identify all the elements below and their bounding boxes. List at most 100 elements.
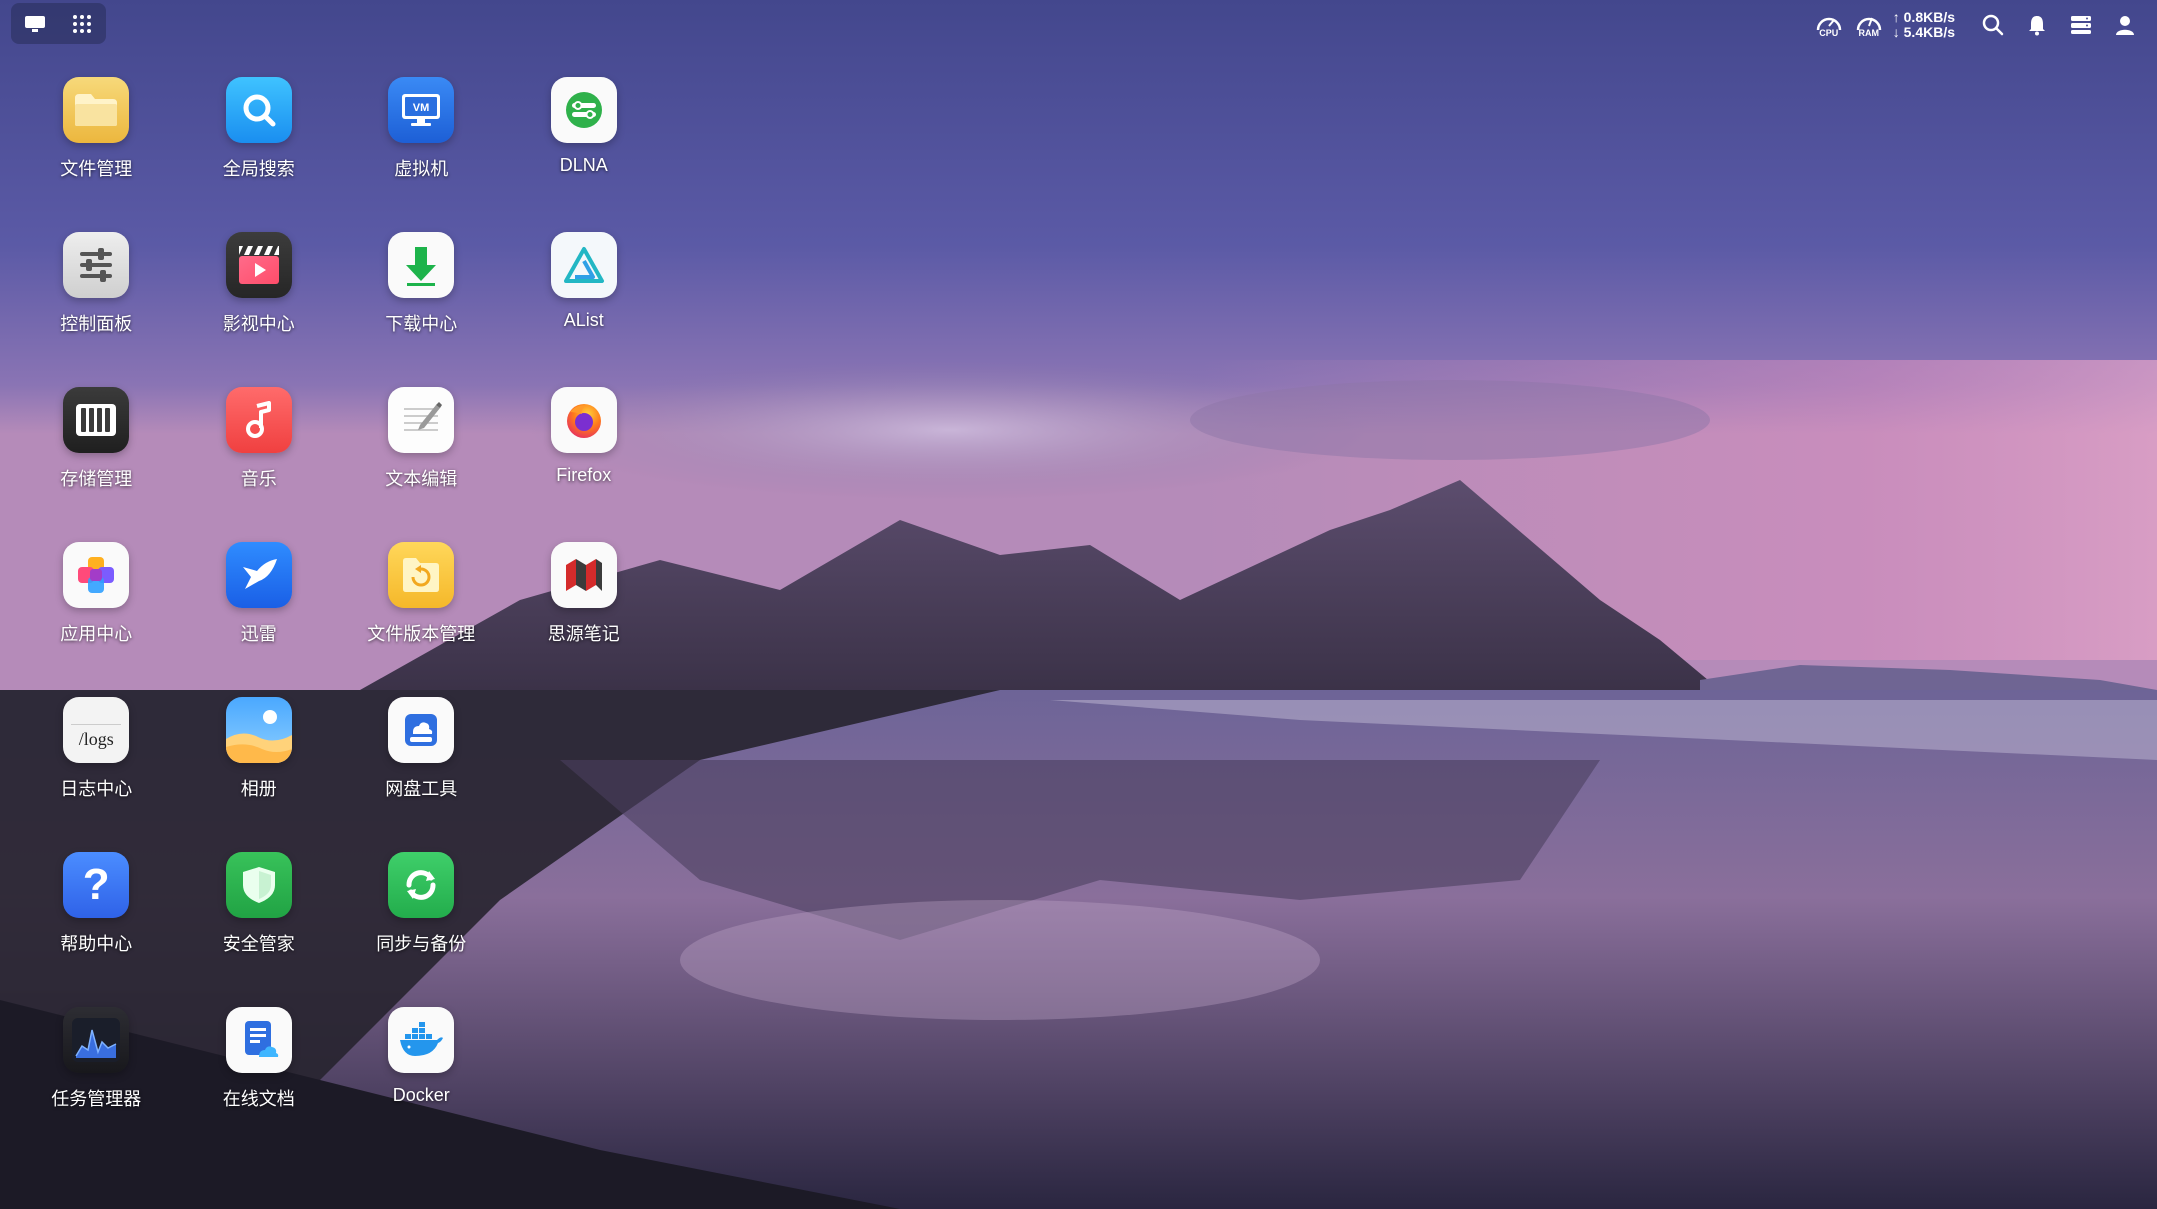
text-editor-icon xyxy=(388,387,455,453)
ram-gauge[interactable]: RAM xyxy=(1851,5,1887,45)
alist-icon xyxy=(550,232,617,298)
app-label: 控制面板 xyxy=(60,314,133,334)
app-label: 相册 xyxy=(240,779,277,799)
app-label: 全局搜索 xyxy=(222,159,295,179)
app-global-search[interactable]: 全局搜索 xyxy=(178,60,341,215)
security-icon xyxy=(225,852,292,918)
app-label: Firefox xyxy=(556,465,612,485)
app-music[interactable]: 音乐 xyxy=(178,370,341,525)
search-icon xyxy=(1982,14,2004,36)
sync-icon xyxy=(388,852,455,918)
file-version-icon xyxy=(388,542,455,608)
search-button[interactable] xyxy=(1973,5,2013,45)
app-log-center[interactable]: /logs 日志中心 xyxy=(15,680,178,835)
help-icon: ? xyxy=(63,852,130,918)
upload-speed: 0.8KB/s xyxy=(1903,9,1955,25)
app-download-center[interactable]: 下载中心 xyxy=(340,215,503,370)
cpu-gauge[interactable]: CPU xyxy=(1811,5,1847,45)
app-label: 在线文档 xyxy=(222,1089,295,1109)
thunder-icon xyxy=(225,542,292,608)
app-label: 思源笔记 xyxy=(547,624,620,644)
topbar-left-panel xyxy=(11,3,106,44)
video-center-icon xyxy=(225,232,292,298)
app-dlna[interactable]: DLNA xyxy=(503,60,666,215)
server-status-button[interactable] xyxy=(2061,5,2101,45)
app-label: 音乐 xyxy=(240,469,277,489)
app-center-icon xyxy=(63,542,130,608)
siyuan-icon xyxy=(550,542,617,608)
show-desktop-button[interactable] xyxy=(17,6,53,42)
app-virtual-machine[interactable]: VM 虚拟机 xyxy=(340,60,503,215)
download-speed-row: ↓ 5.4KB/s xyxy=(1892,24,1955,40)
app-label: 网盘工具 xyxy=(385,779,458,799)
app-label: DLNA xyxy=(559,155,608,175)
app-label: 应用中心 xyxy=(60,624,133,644)
vm-icon: VM xyxy=(388,77,455,143)
app-control-panel[interactable]: 控制面板 xyxy=(15,215,178,370)
storage-icon xyxy=(63,387,130,453)
download-speed: 5.4KB/s xyxy=(1903,24,1955,40)
app-launcher-button[interactable] xyxy=(64,6,100,42)
download-icon xyxy=(388,232,455,298)
app-online-docs[interactable]: 在线文档 xyxy=(178,990,341,1145)
firefox-icon xyxy=(550,387,617,453)
dlna-icon xyxy=(550,77,617,143)
app-label: 日志中心 xyxy=(60,779,133,799)
app-docker[interactable]: Docker xyxy=(340,990,503,1145)
app-label: 文本编辑 xyxy=(385,469,458,489)
app-video-center[interactable]: 影视中心 xyxy=(178,215,341,370)
app-security-manager[interactable]: 安全管家 xyxy=(178,835,341,990)
app-file-version-manager[interactable]: 文件版本管理 xyxy=(340,525,503,680)
control-panel-icon xyxy=(63,232,130,298)
logs-icon-text: /logs xyxy=(78,729,114,749)
app-storage-manager[interactable]: 存储管理 xyxy=(15,370,178,525)
app-task-manager[interactable]: 任务管理器 xyxy=(15,990,178,1145)
photos-icon xyxy=(225,697,292,763)
bell-icon xyxy=(2029,16,2045,36)
user-icon xyxy=(2116,16,2134,35)
app-app-center[interactable]: 应用中心 xyxy=(15,525,178,680)
app-file-manager[interactable]: 文件管理 xyxy=(15,60,178,215)
task-manager-icon xyxy=(63,1007,130,1073)
cpu-label: CPU xyxy=(1819,28,1839,38)
app-label: 虚拟机 xyxy=(394,159,449,179)
svg-text:VM: VM xyxy=(413,102,430,114)
online-docs-icon xyxy=(225,1007,292,1073)
folder-icon xyxy=(63,77,130,143)
global-search-icon xyxy=(225,77,292,143)
logs-icon: /logs xyxy=(63,697,130,763)
app-label: 帮助中心 xyxy=(60,934,133,954)
topbar-right-panel: CPU RAM ↑ 0.8KB/s ↓ 5.4KB/s xyxy=(1811,0,2157,50)
docker-icon xyxy=(388,1007,455,1073)
app-label: 同步与备份 xyxy=(376,934,467,954)
app-help-center[interactable]: ? 帮助中心 xyxy=(15,835,178,990)
network-speed[interactable]: ↑ 0.8KB/s ↓ 5.4KB/s xyxy=(1893,10,1955,40)
ram-label: RAM xyxy=(1858,28,1880,38)
app-label: 文件管理 xyxy=(60,159,133,179)
app-label: 影视中心 xyxy=(222,314,295,334)
app-label: Docker xyxy=(392,1085,450,1105)
music-icon xyxy=(225,387,292,453)
app-label: 迅雷 xyxy=(240,624,277,644)
app-label: 任务管理器 xyxy=(51,1089,142,1109)
grid-icon xyxy=(73,14,92,33)
cloud-drive-icon xyxy=(388,697,455,763)
app-photos[interactable]: 相册 xyxy=(178,680,341,835)
app-alist[interactable]: AList xyxy=(503,215,666,370)
app-thunder[interactable]: 迅雷 xyxy=(178,525,341,680)
app-sync-backup[interactable]: 同步与备份 xyxy=(340,835,503,990)
app-text-editor[interactable]: 文本编辑 xyxy=(340,370,503,525)
notifications-button[interactable] xyxy=(2017,5,2057,45)
app-label: 下载中心 xyxy=(385,314,458,334)
app-label: 存储管理 xyxy=(60,469,133,489)
app-label: 文件版本管理 xyxy=(367,624,476,644)
app-siyuan-notes[interactable]: 思源笔记 xyxy=(503,525,666,680)
app-label: AList xyxy=(563,310,604,330)
user-menu-button[interactable] xyxy=(2105,5,2145,45)
desktop-icon-grid: 文件管理 全局搜索 VM 虚拟机 DLNA 控制面板 影视中心 下载中心 ALi… xyxy=(0,60,665,1145)
app-firefox[interactable]: Firefox xyxy=(503,370,666,525)
app-cloud-drive-tool[interactable]: 网盘工具 xyxy=(340,680,503,835)
desktop-icon xyxy=(24,15,45,32)
server-icon xyxy=(2071,16,2091,34)
app-label: 安全管家 xyxy=(222,934,295,954)
